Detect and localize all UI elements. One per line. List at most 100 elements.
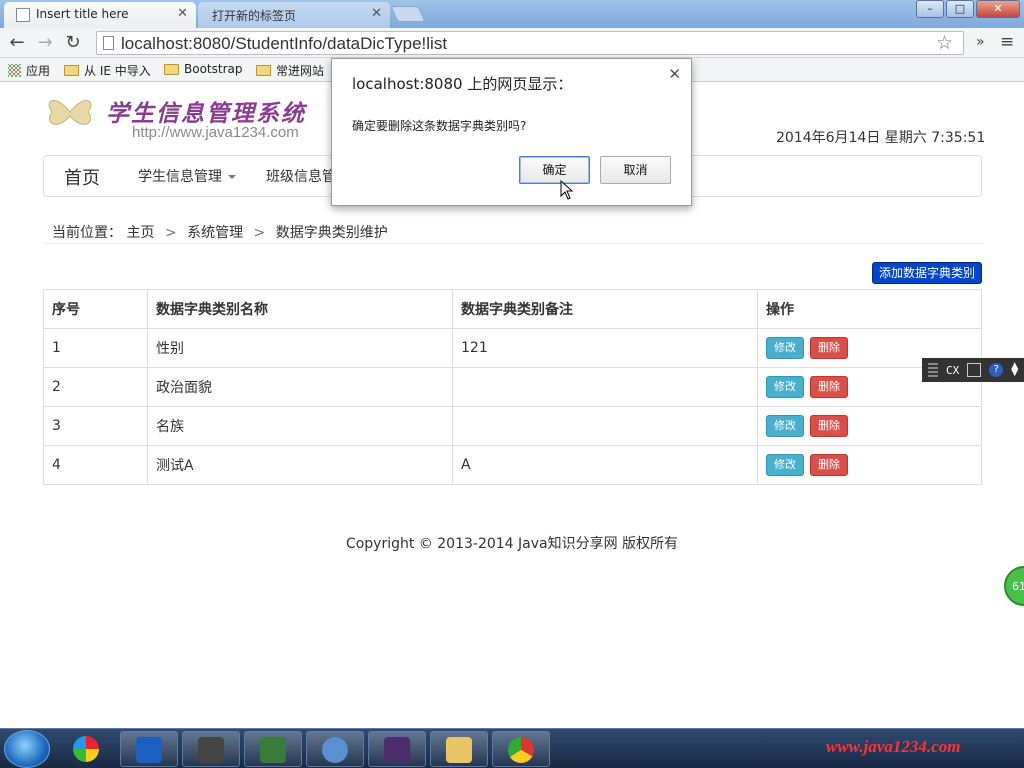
dolphin-icon: [322, 737, 348, 763]
chevron-down-icon: [228, 175, 236, 179]
cell-actions: 修改 删除: [757, 406, 982, 446]
url-text: localhost:8080/StudentInfo/dataDicType!l…: [121, 34, 448, 53]
breadcrumb-system[interactable]: 系统管理: [187, 225, 243, 241]
page-favicon-icon: [16, 8, 30, 22]
taskbar-app-mysql[interactable]: [306, 731, 364, 767]
bookmark-frequent[interactable]: 常进网站: [256, 62, 324, 79]
tab-label: 打开新的标签页: [212, 9, 297, 23]
address-bar[interactable]: localhost:8080/StudentInfo/dataDicType!l…: [96, 31, 964, 55]
tab-insert-title[interactable]: Insert title here ✕: [4, 2, 196, 28]
table-row: 3 名族 修改 删除: [43, 406, 982, 446]
drag-handle-icon[interactable]: [928, 363, 938, 377]
nav-class-info[interactable]: 班级信息管: [266, 166, 336, 186]
table-row: 2 政治面貌 修改 删除: [43, 367, 982, 407]
cell-id: 2: [43, 367, 148, 407]
browser-tab-strip: Insert title here ✕ 打开新的标签页 ✕ – □ ✕: [0, 0, 1024, 28]
table-row: 4 测试A A 修改 删除: [43, 445, 982, 485]
taskbar-app-console[interactable]: [182, 731, 240, 767]
table-row: 1 性别 121 修改 删除: [43, 328, 982, 368]
ok-button[interactable]: 确定: [519, 156, 590, 184]
edit-button[interactable]: 修改: [766, 454, 804, 476]
cx-label[interactable]: CX: [946, 364, 959, 377]
taskbar: www.java1234.com: [0, 728, 1024, 768]
tab-new-tab[interactable]: 打开新的标签页 ✕: [198, 2, 390, 28]
close-window-button[interactable]: ✕: [976, 0, 1020, 18]
close-icon[interactable]: ✕: [668, 65, 681, 83]
console-icon: [198, 737, 224, 763]
scroll-arrows-icon[interactable]: ▲ ▼: [1011, 362, 1018, 378]
floating-toolbar: CX ? ▲ ▼: [922, 358, 1024, 382]
edit-button[interactable]: 修改: [766, 415, 804, 437]
bookmark-bootstrap[interactable]: Bootstrap: [164, 62, 242, 76]
breadcrumb: 当前位置： 主页 > 系统管理 > 数据字典类别维护: [43, 218, 982, 244]
cancel-button[interactable]: 取消: [600, 156, 671, 184]
delete-button[interactable]: 删除: [810, 415, 848, 437]
folder-icon: [164, 63, 179, 75]
back-icon[interactable]: ←: [6, 32, 28, 54]
breadcrumb-separator: >: [253, 225, 266, 241]
page-icon: [103, 36, 114, 50]
taskbar-app-chrome[interactable]: [492, 731, 550, 767]
taskbar-app-explorer[interactable]: [430, 731, 488, 767]
breadcrumb-current: 数据字典类别维护: [275, 225, 388, 241]
window-icon[interactable]: [967, 363, 982, 377]
taskbar-app-eclipse[interactable]: [368, 731, 426, 767]
bookmark-ie-import[interactable]: 从 IE 中导入: [64, 62, 151, 79]
word-icon: [136, 737, 162, 763]
menu-icon[interactable]: ≡: [1000, 32, 1014, 52]
media-player-icon: [73, 736, 99, 762]
cell-remark: [452, 406, 758, 446]
dialog-title: localhost:8080 上的网页显示：: [352, 75, 573, 93]
folder-icon: [446, 737, 472, 763]
taskbar-app-word[interactable]: [120, 731, 178, 767]
nav-student-info[interactable]: 学生信息管理: [138, 166, 236, 186]
site-watermark: www.java1234.com: [826, 737, 961, 756]
browser-toolbar: ← → ↻ localhost:8080/StudentInfo/dataDic…: [0, 28, 1024, 58]
bookmark-label: 应用: [26, 64, 51, 78]
bookmark-apps[interactable]: 应用: [8, 62, 50, 79]
edit-button[interactable]: 修改: [766, 337, 804, 359]
maximize-button[interactable]: □: [946, 0, 974, 18]
breadcrumb-home[interactable]: 主页: [126, 225, 154, 241]
window-controls: – □ ✕: [916, 0, 1020, 20]
start-button[interactable]: [4, 730, 50, 768]
new-tab-button[interactable]: [390, 6, 426, 22]
butterfly-logo-icon: [48, 100, 92, 125]
cell-id: 1: [43, 328, 148, 368]
recorder-icon: [260, 737, 286, 763]
reload-icon[interactable]: ↻: [62, 32, 84, 54]
cell-remark: 121: [452, 328, 758, 368]
cell-remark: A: [452, 445, 758, 485]
help-icon[interactable]: ?: [989, 363, 1004, 377]
bookmark-label: 常进网站: [276, 64, 325, 78]
cell-id: 4: [43, 445, 148, 485]
bookmark-star-icon[interactable]: ☆: [936, 32, 953, 54]
forward-icon[interactable]: →: [34, 32, 56, 54]
taskbar-app-recorder[interactable]: [244, 731, 302, 767]
nav-home[interactable]: 首页: [64, 164, 100, 190]
cell-name: 名族: [147, 406, 453, 446]
logo-title: 学生信息管理系统: [106, 100, 306, 127]
delete-button[interactable]: 删除: [810, 337, 848, 359]
minimize-button[interactable]: –: [916, 0, 944, 18]
delete-button[interactable]: 删除: [810, 454, 848, 476]
column-header-id: 序号: [43, 289, 148, 329]
close-tab-icon[interactable]: ✕: [177, 6, 188, 21]
chrome-icon: [508, 737, 534, 763]
overflow-chevron-icon[interactable]: »: [976, 34, 985, 50]
breadcrumb-separator: >: [164, 225, 177, 241]
cell-name: 性别: [147, 328, 453, 368]
close-tab-icon[interactable]: ✕: [371, 6, 382, 21]
add-datadic-type-button[interactable]: 添加数据字典类别: [872, 262, 982, 284]
tab-label: Insert title here: [36, 7, 129, 21]
bookmark-label: 从 IE 中导入: [84, 64, 151, 78]
confirm-dialog: localhost:8080 上的网页显示： ✕ 确定要删除这条数据字典类别吗?…: [331, 58, 692, 206]
logo-url: http://www.java1234.com: [132, 124, 299, 141]
delete-button[interactable]: 删除: [810, 376, 848, 398]
dialog-message: 确定要删除这条数据字典类别吗?: [352, 119, 527, 133]
taskbar-app-media[interactable]: [58, 731, 116, 767]
cell-remark: [452, 367, 758, 407]
column-header-remark: 数据字典类别备注: [452, 289, 758, 329]
edit-button[interactable]: 修改: [766, 376, 804, 398]
nav-label: 学生信息管理: [138, 169, 222, 185]
